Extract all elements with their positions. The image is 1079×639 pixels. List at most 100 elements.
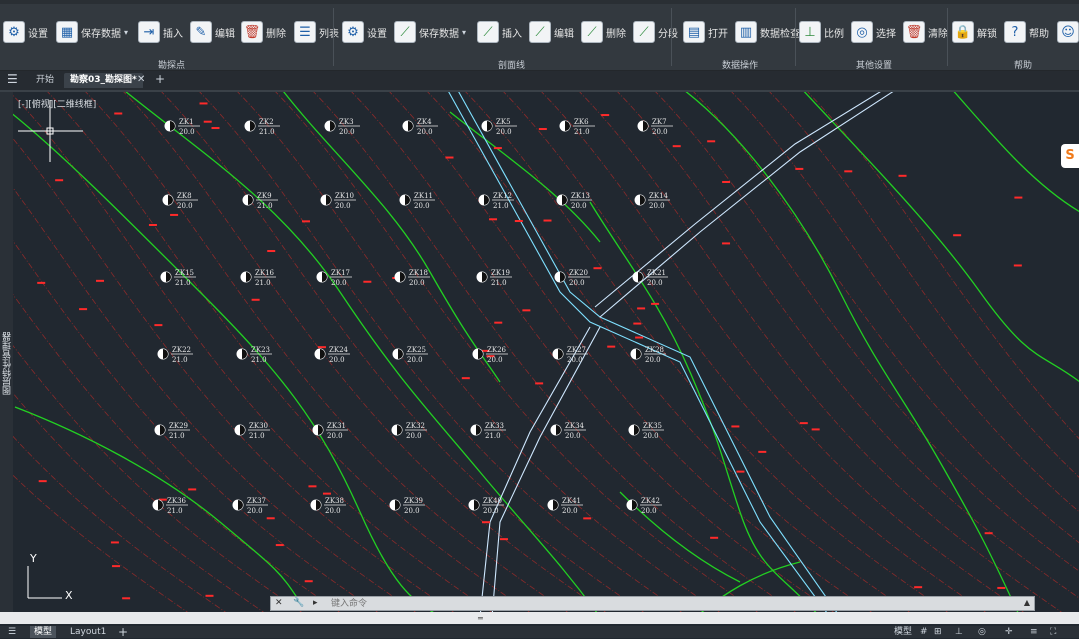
ribbon-button-label: 解锁	[977, 28, 997, 40]
grid-icon[interactable]: #	[920, 626, 928, 638]
ribbon-group-label: 帮助	[1014, 61, 1033, 71]
chevron-down-icon[interactable]: ▾	[462, 28, 466, 37]
ribbon-button-node-delete[interactable]: ⟋ 删除	[581, 18, 626, 46]
ribbon-button-user[interactable]: ☺	[1057, 18, 1079, 46]
borehole-depth: 21.0	[491, 279, 507, 287]
elevation-marker	[154, 324, 163, 327]
ribbon-button-lock[interactable]: 🔒 解锁	[952, 18, 997, 46]
borehole-id: ZK36	[167, 497, 187, 505]
drawing-canvas[interactable]: ZK1 20.0 ZK2 21.0 ZK3 20.0 ZK4 20.0 ZK5 20.0 ZK6 21…	[0, 92, 1079, 612]
borehole-depth: 20.0	[487, 356, 503, 364]
lineweight-icon[interactable]: ≡	[1030, 626, 1038, 638]
polar-icon[interactable]: ◎	[978, 626, 986, 638]
ribbon-button-pen[interactable]: ✎ 编辑	[190, 18, 235, 46]
ortho-icon[interactable]: ⊥	[955, 626, 963, 638]
elevation-marker	[722, 242, 731, 245]
ribbon-button-trash[interactable]: 🗑 删除	[241, 18, 286, 46]
elevation-marker	[110, 541, 119, 544]
elevation-marker	[489, 218, 498, 221]
tab-start[interactable]: 开始	[30, 73, 60, 88]
borehole-depth: 20.0	[406, 432, 422, 440]
ribbon-button-label: 设置	[28, 28, 48, 40]
ribbon-button-insert[interactable]: ⇥ 插入	[138, 18, 183, 46]
elevation-marker	[514, 220, 523, 223]
elevation-marker	[635, 336, 644, 339]
layer-manager-label[interactable]: 图层特性管理器	[1, 332, 14, 395]
layout-tab[interactable]: Layout1	[70, 626, 106, 638]
ribbon-button-label: 设置	[367, 28, 387, 40]
borehole-id: ZK6	[574, 118, 589, 126]
elevation-marker	[1014, 196, 1023, 199]
close-tab-icon[interactable]: ✕	[137, 74, 145, 85]
elevation-marker	[538, 128, 547, 131]
borehole-id: ZK39	[404, 497, 423, 505]
command-history-icon[interactable]: ▸	[313, 598, 318, 608]
borehole-depth: 20.0	[331, 279, 347, 287]
elevation-marker	[122, 597, 131, 600]
menu-icon[interactable]: ☰	[7, 72, 18, 86]
ribbon-button-target[interactable]: ◎ 选择	[851, 18, 896, 46]
borehole-id: ZK2	[259, 118, 274, 126]
ribbon-button-label: 列表	[319, 28, 339, 40]
snap-icon[interactable]: ⊞	[934, 626, 942, 638]
wrench-icon[interactable]: 🔧	[293, 598, 304, 608]
ribbon-button-gear[interactable]: ⚙ 设置	[342, 18, 387, 46]
ribbon-button-gear[interactable]: ⚙ 设置	[3, 18, 48, 46]
close-command-icon[interactable]: ✕	[275, 598, 283, 608]
ribbon-button-node-edit[interactable]: ⟋ 编辑	[529, 18, 574, 46]
ribbon-button-trash[interactable]: 🗑 清除	[903, 18, 948, 46]
ribbon-button-node-add[interactable]: ⟋ 保存数据 ▾	[394, 18, 466, 46]
elevation-marker	[898, 174, 907, 177]
borehole-depth: 20.0	[325, 507, 341, 515]
borehole-id: ZK29	[169, 422, 188, 430]
osnap-icon[interactable]: ✛	[1005, 626, 1013, 638]
borehole-id: ZK4	[417, 118, 432, 126]
elevation-marker	[953, 234, 962, 237]
elevation-marker	[633, 322, 642, 325]
ribbon-button-check[interactable]: ▥ 数据检查	[735, 18, 800, 46]
insert-icon: ⇥	[138, 21, 160, 43]
fullscreen-icon[interactable]: ⛶	[1050, 626, 1056, 638]
ribbon-button-node-insert[interactable]: ⟋ 插入	[477, 18, 522, 46]
elevation-marker	[583, 517, 592, 520]
app-logo-icon[interactable]: S	[1061, 144, 1079, 168]
ribbon-button-grid[interactable]: ▦ 保存数据 ▾	[56, 18, 128, 46]
borehole-id: ZK32	[406, 422, 425, 430]
model-space-toggle[interactable]: 模型	[894, 626, 912, 638]
ribbon-button-doc[interactable]: ▤ 打开	[683, 18, 728, 46]
borehole-depth: 21.0	[485, 432, 501, 440]
menu-icon[interactable]: ☰	[8, 626, 16, 638]
borehole-depth: 20.0	[404, 507, 420, 515]
add-tab-button[interactable]: +	[155, 72, 165, 86]
elevation-marker	[205, 594, 214, 597]
elevation-marker	[317, 346, 326, 349]
left-side-panel[interactable]: 图层特性管理器	[0, 92, 13, 612]
borehole-id: ZK12	[493, 192, 512, 200]
viewport-controls[interactable]: [-][俯视][二维线框]	[18, 97, 96, 110]
elevation-marker	[710, 536, 719, 539]
user-icon: ☺	[1057, 21, 1079, 43]
node-add-icon: ⟋	[394, 21, 416, 43]
borehole-depth: 20.0	[483, 507, 499, 515]
ribbon-button-help[interactable]: ? 帮助	[1004, 18, 1049, 46]
scroll-grip-icon[interactable]: ═	[478, 614, 483, 623]
elevation-marker	[997, 586, 1006, 589]
borehole-id: ZK10	[335, 192, 354, 200]
model-tab[interactable]: 模型	[30, 626, 57, 638]
list-icon: ☰	[294, 21, 316, 43]
borehole-depth: 20.0	[409, 279, 425, 287]
borehole-depth: 20.0	[414, 202, 430, 210]
chevron-down-icon[interactable]: ▾	[124, 28, 128, 37]
horizontal-scrollbar[interactable]: ═	[0, 612, 1079, 624]
borehole-depth: 21.0	[251, 356, 267, 364]
tab-drawing[interactable]: 勘察03_勘探图*	[64, 73, 143, 88]
borehole-depth: 21.0	[574, 128, 590, 136]
borehole-id: ZK17	[331, 269, 350, 277]
borehole-id: ZK19	[491, 269, 510, 277]
ribbon-button-scale[interactable]: ⊥ 比例	[799, 18, 844, 46]
add-layout-button[interactable]: +	[118, 626, 128, 638]
borehole-id: ZK22	[172, 346, 191, 354]
command-input[interactable]	[331, 597, 981, 610]
chevron-up-icon[interactable]: ▲	[1024, 598, 1030, 607]
elevation-marker	[672, 145, 681, 148]
